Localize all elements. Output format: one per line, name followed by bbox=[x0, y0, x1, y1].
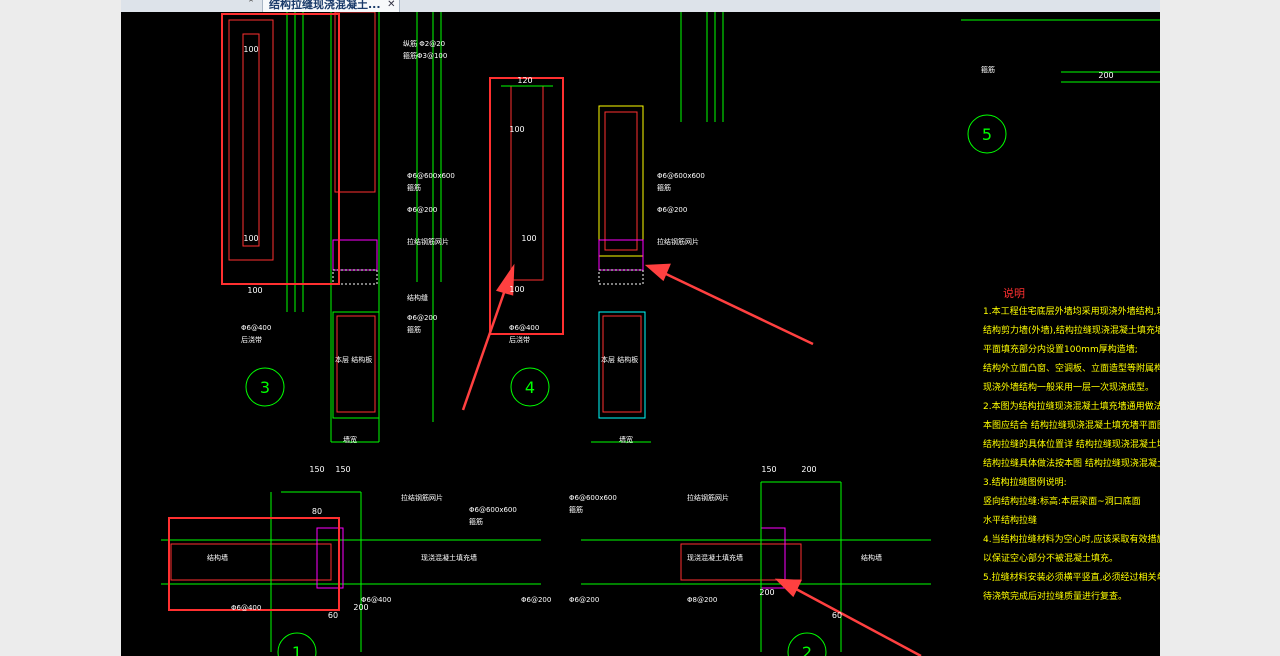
svg-text:本层 结构板: 本层 结构板 bbox=[601, 355, 638, 364]
svg-text:Φ6@400: Φ6@400 bbox=[361, 596, 391, 604]
svg-text:拉结钢筋网片: 拉结钢筋网片 bbox=[401, 493, 443, 502]
detail-1-drawing bbox=[161, 491, 541, 652]
detail-number: 5 bbox=[982, 125, 992, 144]
svg-text:Φ6@200: Φ6@200 bbox=[657, 206, 687, 214]
notes-line: 待浇筑完成后对拉缝质量进行复查。 bbox=[983, 592, 1128, 602]
svg-text:拉结钢筋网片: 拉结钢筋网片 bbox=[657, 237, 699, 246]
svg-text:100: 100 bbox=[243, 45, 258, 54]
svg-text:箍筋: 箍筋 bbox=[407, 325, 421, 334]
svg-text:60: 60 bbox=[328, 611, 338, 620]
svg-text:箍筋: 箍筋 bbox=[469, 517, 483, 526]
svg-text:Φ6@600x600: Φ6@600x600 bbox=[569, 494, 617, 502]
svg-text:200: 200 bbox=[1098, 71, 1113, 80]
callout-labels: 纵筋 Φ2@20 箍筋Φ3@100 拉结钢筋网片 结构缝 Φ6@200 箍筋 Φ… bbox=[207, 39, 995, 612]
svg-text:100: 100 bbox=[521, 234, 536, 243]
svg-text:箍筋: 箍筋 bbox=[569, 505, 583, 514]
svg-text:200: 200 bbox=[759, 588, 774, 597]
svg-text:墙宽: 墙宽 bbox=[619, 435, 633, 444]
annotation-arrow bbox=[644, 263, 814, 346]
svg-text:纵筋 Φ2@20: 纵筋 Φ2@20 bbox=[403, 39, 445, 48]
svg-text:结构缝: 结构缝 bbox=[407, 293, 428, 302]
annotation-arrow bbox=[774, 578, 922, 656]
svg-text:墙宽: 墙宽 bbox=[343, 435, 357, 444]
svg-text:结构墙: 结构墙 bbox=[207, 553, 228, 562]
detail-number: 4 bbox=[525, 378, 535, 397]
svg-text:60: 60 bbox=[832, 611, 842, 620]
svg-text:Φ6@600x600: Φ6@600x600 bbox=[407, 172, 455, 180]
notes-line: 1.本工程住宅底层外墙均采用现浇外墙结构,现浇 bbox=[983, 307, 1160, 317]
svg-text:本层 结构板: 本层 结构板 bbox=[335, 355, 372, 364]
svg-text:Φ8@200: Φ8@200 bbox=[687, 596, 717, 604]
notes-line: 水平结构拉缝 bbox=[983, 516, 1038, 526]
svg-text:Φ6@200: Φ6@200 bbox=[569, 596, 599, 604]
svg-text:100: 100 bbox=[247, 286, 262, 295]
notes-line: 结构剪力墙(外墙),结构拉缝现浇混凝土填充墙(外 bbox=[983, 326, 1160, 336]
svg-text:80: 80 bbox=[312, 507, 322, 516]
svg-text:Φ6@400: Φ6@400 bbox=[241, 324, 271, 332]
highlight-box bbox=[221, 13, 340, 285]
tab-drawing[interactable]: 结构拉缝现浇混凝土... ✕ bbox=[262, 0, 400, 12]
svg-text:箍筋: 箍筋 bbox=[981, 65, 995, 74]
notes-line: 平面填充部分内设置100mm厚构造墙; bbox=[983, 345, 1138, 355]
annotation-arrow bbox=[461, 263, 515, 411]
svg-text:Φ6@400: Φ6@400 bbox=[231, 604, 261, 612]
highlight-box bbox=[489, 77, 564, 335]
notes-line: 结构拉缝具体做法按本图 结构拉缝现浇混凝土填充 bbox=[983, 459, 1160, 469]
svg-text:拉结钢筋网片: 拉结钢筋网片 bbox=[407, 237, 449, 246]
svg-text:150: 150 bbox=[761, 465, 776, 474]
svg-text:拉结钢筋网片: 拉结钢筋网片 bbox=[687, 493, 729, 502]
svg-text:后浇带: 后浇带 bbox=[509, 335, 530, 344]
svg-text:结构墙: 结构墙 bbox=[861, 553, 882, 562]
detail-2-drawing bbox=[581, 481, 931, 652]
left-margin bbox=[0, 0, 121, 656]
svg-text:现浇混凝土填充墙: 现浇混凝土填充墙 bbox=[421, 553, 477, 562]
detail-number: 3 bbox=[260, 378, 270, 397]
cad-drawing-canvas[interactable]: 3 4 5 1 2 100 100 100 100 100 100 120 15… bbox=[121, 12, 1160, 656]
notes-line: 4.当结构拉缝材料为空心时,应该采取有效措施, bbox=[983, 535, 1160, 545]
notes-line: 3.结构拉缝图例说明: bbox=[983, 478, 1067, 488]
notes-title: 说明 bbox=[1003, 287, 1025, 300]
notes-line: 竖向结构拉缝:标高:本层梁面~洞口底面 bbox=[983, 497, 1141, 507]
svg-text:Φ6@400: Φ6@400 bbox=[509, 324, 539, 332]
svg-text:150: 150 bbox=[335, 465, 350, 474]
notes-line: 2.本图为结构拉缝现浇混凝土填充墙通用做法大样图 bbox=[983, 402, 1160, 412]
design-notes: 说明 1.本工程住宅底层外墙均采用现浇外墙结构,现浇 结构剪力墙(外墙),结构拉… bbox=[983, 284, 1160, 607]
svg-text:箍筋: 箍筋 bbox=[657, 183, 671, 192]
notes-line: 结构外立面凸窗、空调板、立面造型等附属构件, bbox=[983, 364, 1160, 374]
close-icon[interactable]: ✕ bbox=[387, 0, 395, 12]
chevron-up-icon[interactable]: ⌃ bbox=[244, 0, 258, 10]
document-tab-bar: ⌃ 结构拉缝现浇混凝土... ✕ bbox=[121, 0, 1160, 12]
detail-number: 1 bbox=[292, 643, 302, 656]
svg-text:Φ6@200: Φ6@200 bbox=[407, 206, 437, 214]
notes-line: 现浇外墙结构一般采用一层一次现浇成型。 bbox=[983, 383, 1155, 393]
svg-text:150: 150 bbox=[309, 465, 324, 474]
notes-line: 5.拉缝材料安装必须横平竖直,必须经过相关单位验收 bbox=[983, 573, 1160, 583]
svg-text:Φ6@200: Φ6@200 bbox=[521, 596, 551, 604]
notes-line: 本图应结合 结构拉缝现浇混凝土填充墙平面图 及 bbox=[983, 421, 1160, 431]
svg-text:现浇混凝土填充墙: 现浇混凝土填充墙 bbox=[687, 553, 743, 562]
svg-text:Φ6@600x600: Φ6@600x600 bbox=[657, 172, 705, 180]
svg-text:100: 100 bbox=[509, 285, 524, 294]
svg-text:后浇带: 后浇带 bbox=[241, 335, 262, 344]
svg-text:Φ6@200: Φ6@200 bbox=[407, 314, 437, 322]
svg-text:200: 200 bbox=[353, 603, 368, 612]
svg-text:200: 200 bbox=[801, 465, 816, 474]
notes-line: 结构拉缝的具体位置详 结构拉缝现浇混凝土填充墙 bbox=[983, 440, 1160, 450]
svg-text:100: 100 bbox=[509, 125, 524, 134]
tab-title: 结构拉缝现浇混凝土... bbox=[269, 0, 381, 11]
svg-text:Φ6@600x600: Φ6@600x600 bbox=[469, 506, 517, 514]
svg-text:100: 100 bbox=[243, 234, 258, 243]
svg-text:箍筋: 箍筋 bbox=[407, 183, 421, 192]
svg-text:箍筋Φ3@100: 箍筋Φ3@100 bbox=[403, 51, 447, 60]
right-margin bbox=[1160, 0, 1280, 656]
svg-text:120: 120 bbox=[517, 76, 532, 85]
detail-number: 2 bbox=[802, 643, 812, 656]
notes-line: 以保证空心部分不被混凝土填充。 bbox=[983, 554, 1119, 564]
highlight-box bbox=[168, 517, 340, 611]
